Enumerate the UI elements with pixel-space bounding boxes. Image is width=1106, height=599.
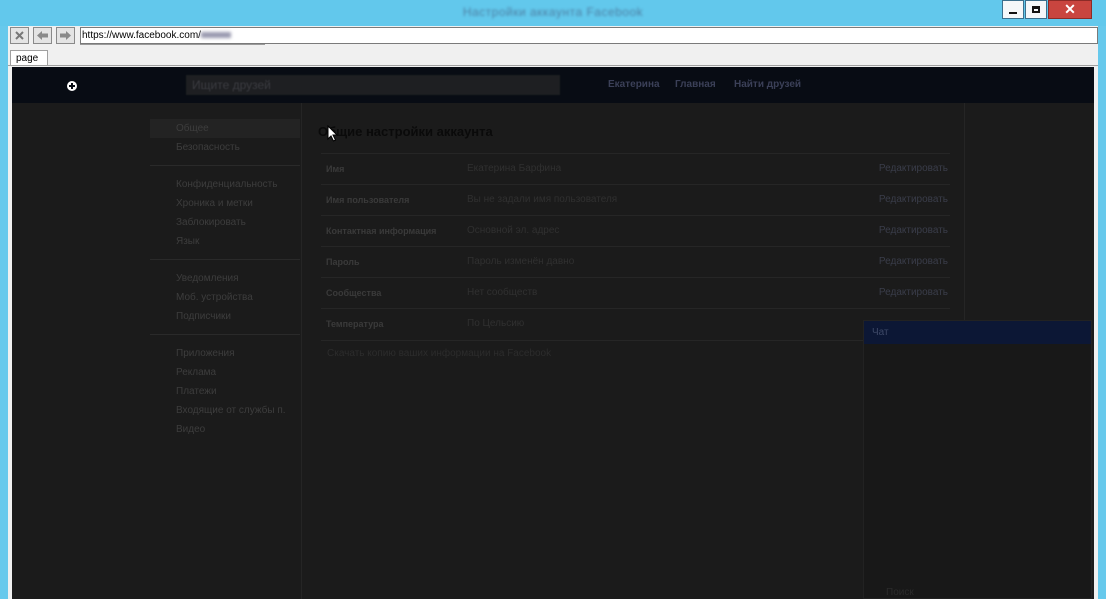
sidebar-item-timeline[interactable]: Хроника и метки	[150, 194, 300, 213]
sidebar-item-apps[interactable]: Приложения	[150, 344, 300, 363]
settings-row-contact[interactable]: Контактная информация Основной эл. адрес…	[321, 215, 950, 246]
address-bar[interactable]: https://www.facebook.com/	[80, 27, 1098, 44]
sidebar-item-payments[interactable]: Платежи	[150, 382, 300, 401]
settings-row-temperature[interactable]: Температура По Цельсию	[321, 308, 950, 339]
nav-find-friends[interactable]: Найти друзей	[734, 79, 801, 90]
sidebar-item-mobile[interactable]: Моб. устройства	[150, 288, 300, 307]
browser-client: https://www.facebook.com/ page Ищите дру…	[8, 26, 1098, 599]
row-value: Екатерина Барфина	[467, 163, 562, 174]
settings-row-password[interactable]: Пароль Пароль изменён давно Редактироват…	[321, 246, 950, 277]
edit-link[interactable]: Редактировать	[879, 163, 948, 174]
forward-icon	[60, 31, 71, 40]
window-controls: ✕	[1001, 0, 1092, 19]
cursor-icon	[327, 124, 339, 142]
maximize-icon	[1032, 6, 1040, 13]
stop-icon	[15, 31, 24, 40]
plus-icon[interactable]	[67, 81, 77, 91]
row-value: Пароль изменён давно	[467, 256, 575, 267]
maximize-button[interactable]	[1025, 0, 1047, 19]
sidebar-item-language[interactable]: Язык	[150, 232, 300, 251]
sidebar-item-video[interactable]: Видео	[150, 420, 300, 439]
edit-link[interactable]: Редактировать	[879, 194, 948, 205]
row-label: Температура	[326, 319, 384, 329]
settings-sidebar: Общее Безопасность Конфиденциальность Хр…	[150, 119, 300, 439]
tab-page[interactable]: page	[10, 50, 48, 66]
settings-row-username[interactable]: Имя пользователя Вы не задали имя пользо…	[321, 184, 950, 215]
chat-header[interactable]: Чат	[864, 321, 1091, 344]
address-underline	[80, 44, 265, 45]
forward-button[interactable]	[56, 27, 75, 44]
sidebar-item-followers[interactable]: Подписчики	[150, 307, 300, 326]
settings-row-networks[interactable]: Сообщества Нет сообществ Редактировать	[321, 277, 950, 308]
web-page: Ищите друзей Екатерина Главная Найти дру…	[12, 67, 1094, 599]
sidebar-item-blocking[interactable]: Заблокировать	[150, 213, 300, 232]
navigation-bar: https://www.facebook.com/	[8, 26, 1098, 46]
window-title: Настройки аккаунта Facebook	[462, 5, 644, 19]
nav-home[interactable]: Главная	[675, 79, 716, 90]
back-icon	[37, 31, 48, 40]
row-label: Контактная информация	[326, 226, 437, 236]
row-label: Пароль	[326, 257, 360, 267]
settings-row-name[interactable]: Имя Екатерина Барфина Редактировать	[321, 153, 950, 184]
content-divider	[301, 103, 302, 599]
download-copy-link[interactable]: Скачать копию ваших информации на Facebo…	[327, 348, 551, 359]
mouse-cursor	[327, 124, 339, 147]
back-button[interactable]	[33, 27, 52, 44]
sidebar-divider	[150, 165, 300, 166]
row-value: Нет сообществ	[467, 287, 538, 298]
sidebar-divider	[150, 259, 300, 260]
sidebar-item-security[interactable]: Безопасность	[150, 138, 300, 157]
sidebar-item-support-inbox[interactable]: Входящие от службы п.	[150, 401, 300, 420]
row-label: Имя	[326, 164, 345, 174]
edit-link[interactable]: Редактировать	[879, 225, 948, 236]
nav-profile[interactable]: Екатерина	[608, 79, 660, 90]
fb-search-input[interactable]: Ищите друзей	[186, 75, 560, 95]
chat-search[interactable]: Поиск	[886, 587, 914, 598]
minimize-button[interactable]	[1002, 0, 1024, 19]
row-value: Вы не задали имя пользователя	[467, 194, 618, 205]
minimize-icon	[1009, 11, 1017, 14]
chat-panel: Чат Поиск	[863, 320, 1092, 599]
window-titlebar: Настройки аккаунта Facebook ✕	[0, 0, 1106, 26]
sidebar-item-ads[interactable]: Реклама	[150, 363, 300, 382]
sidebar-item-notifications[interactable]: Уведомления	[150, 269, 300, 288]
page-title: Общие настройки аккаунта	[318, 124, 493, 139]
edit-link[interactable]: Редактировать	[879, 256, 948, 267]
settings-table: Имя Екатерина Барфина Редактировать Имя …	[321, 153, 950, 339]
row-label: Имя пользователя	[326, 195, 410, 205]
edit-link[interactable]: Редактировать	[879, 287, 948, 298]
close-button[interactable]: ✕	[1048, 0, 1092, 19]
sidebar-item-general[interactable]: Общее	[150, 119, 300, 138]
sidebar-divider	[150, 334, 300, 335]
address-redacted	[200, 32, 231, 39]
stop-button[interactable]	[10, 27, 29, 44]
tab-divider	[8, 65, 1098, 66]
address-text: https://www.facebook.com/	[82, 30, 201, 41]
row-value: По Цельсию	[467, 318, 525, 329]
settings-divider	[321, 340, 950, 341]
row-value: Основной эл. адрес	[467, 225, 560, 236]
row-label: Сообщества	[326, 288, 382, 298]
sidebar-item-privacy[interactable]: Конфиденциальность	[150, 175, 300, 194]
fb-header: Ищите друзей Екатерина Главная Найти дру…	[12, 67, 1094, 103]
